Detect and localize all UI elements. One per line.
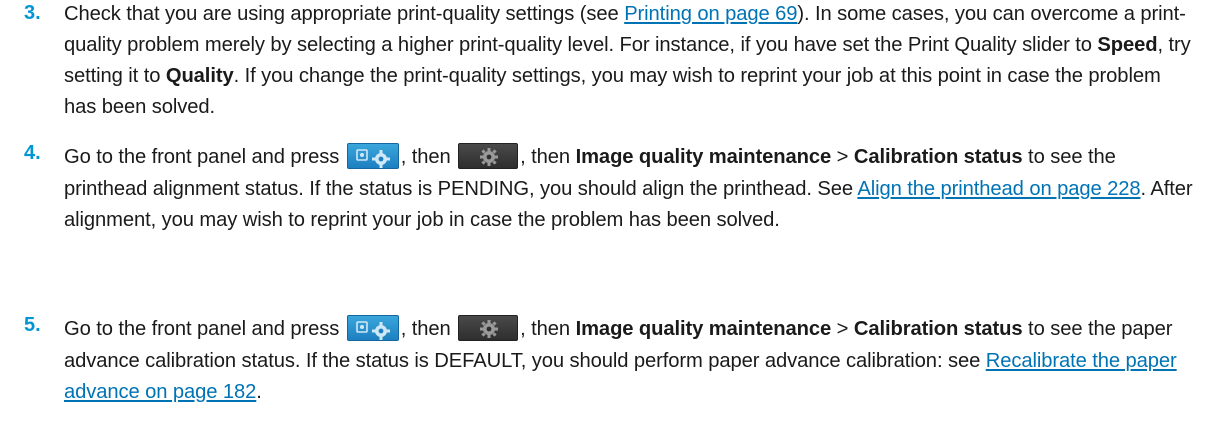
step-number: 4. <box>24 142 41 164</box>
bold-term: Image quality maintenance <box>575 146 832 168</box>
text-run: , then <box>520 146 576 168</box>
step-text: Go to the front panel and press , then ,… <box>64 312 1194 408</box>
settings-icon <box>346 142 399 169</box>
manual-page: 3. Check that you are using appropriate … <box>0 0 1212 434</box>
bold-term: Calibration status <box>853 146 1023 168</box>
text-run: Check that you are using appropriate pri… <box>64 3 625 25</box>
gear-icon <box>458 314 519 341</box>
text-run: , then <box>400 318 457 340</box>
text-run: , then <box>520 318 576 340</box>
gear-icon <box>458 142 519 169</box>
step-text: Check that you are using appropriate pri… <box>64 0 1194 123</box>
text-run: , then <box>400 146 457 168</box>
step-number: 5. <box>24 314 41 336</box>
step-text: Go to the front panel and press , then ,… <box>64 140 1194 236</box>
text-run: Go to the front panel and press <box>64 146 345 168</box>
text-run: Go to the front panel and press <box>64 318 345 340</box>
text-run: . <box>256 381 262 403</box>
text-run: > <box>831 318 854 340</box>
bold-term: Speed <box>1097 34 1158 56</box>
link-printing[interactable]: Printing on page 69 <box>624 3 797 25</box>
step-number: 3. <box>24 2 41 24</box>
bold-term: Image quality maintenance <box>575 318 832 340</box>
link-align-printhead[interactable]: Align the printhead on page 228 <box>857 178 1140 200</box>
text-run: > <box>831 146 854 168</box>
bold-term: Calibration status <box>853 318 1023 340</box>
bold-term: Quality <box>165 65 234 87</box>
settings-icon <box>346 314 399 341</box>
